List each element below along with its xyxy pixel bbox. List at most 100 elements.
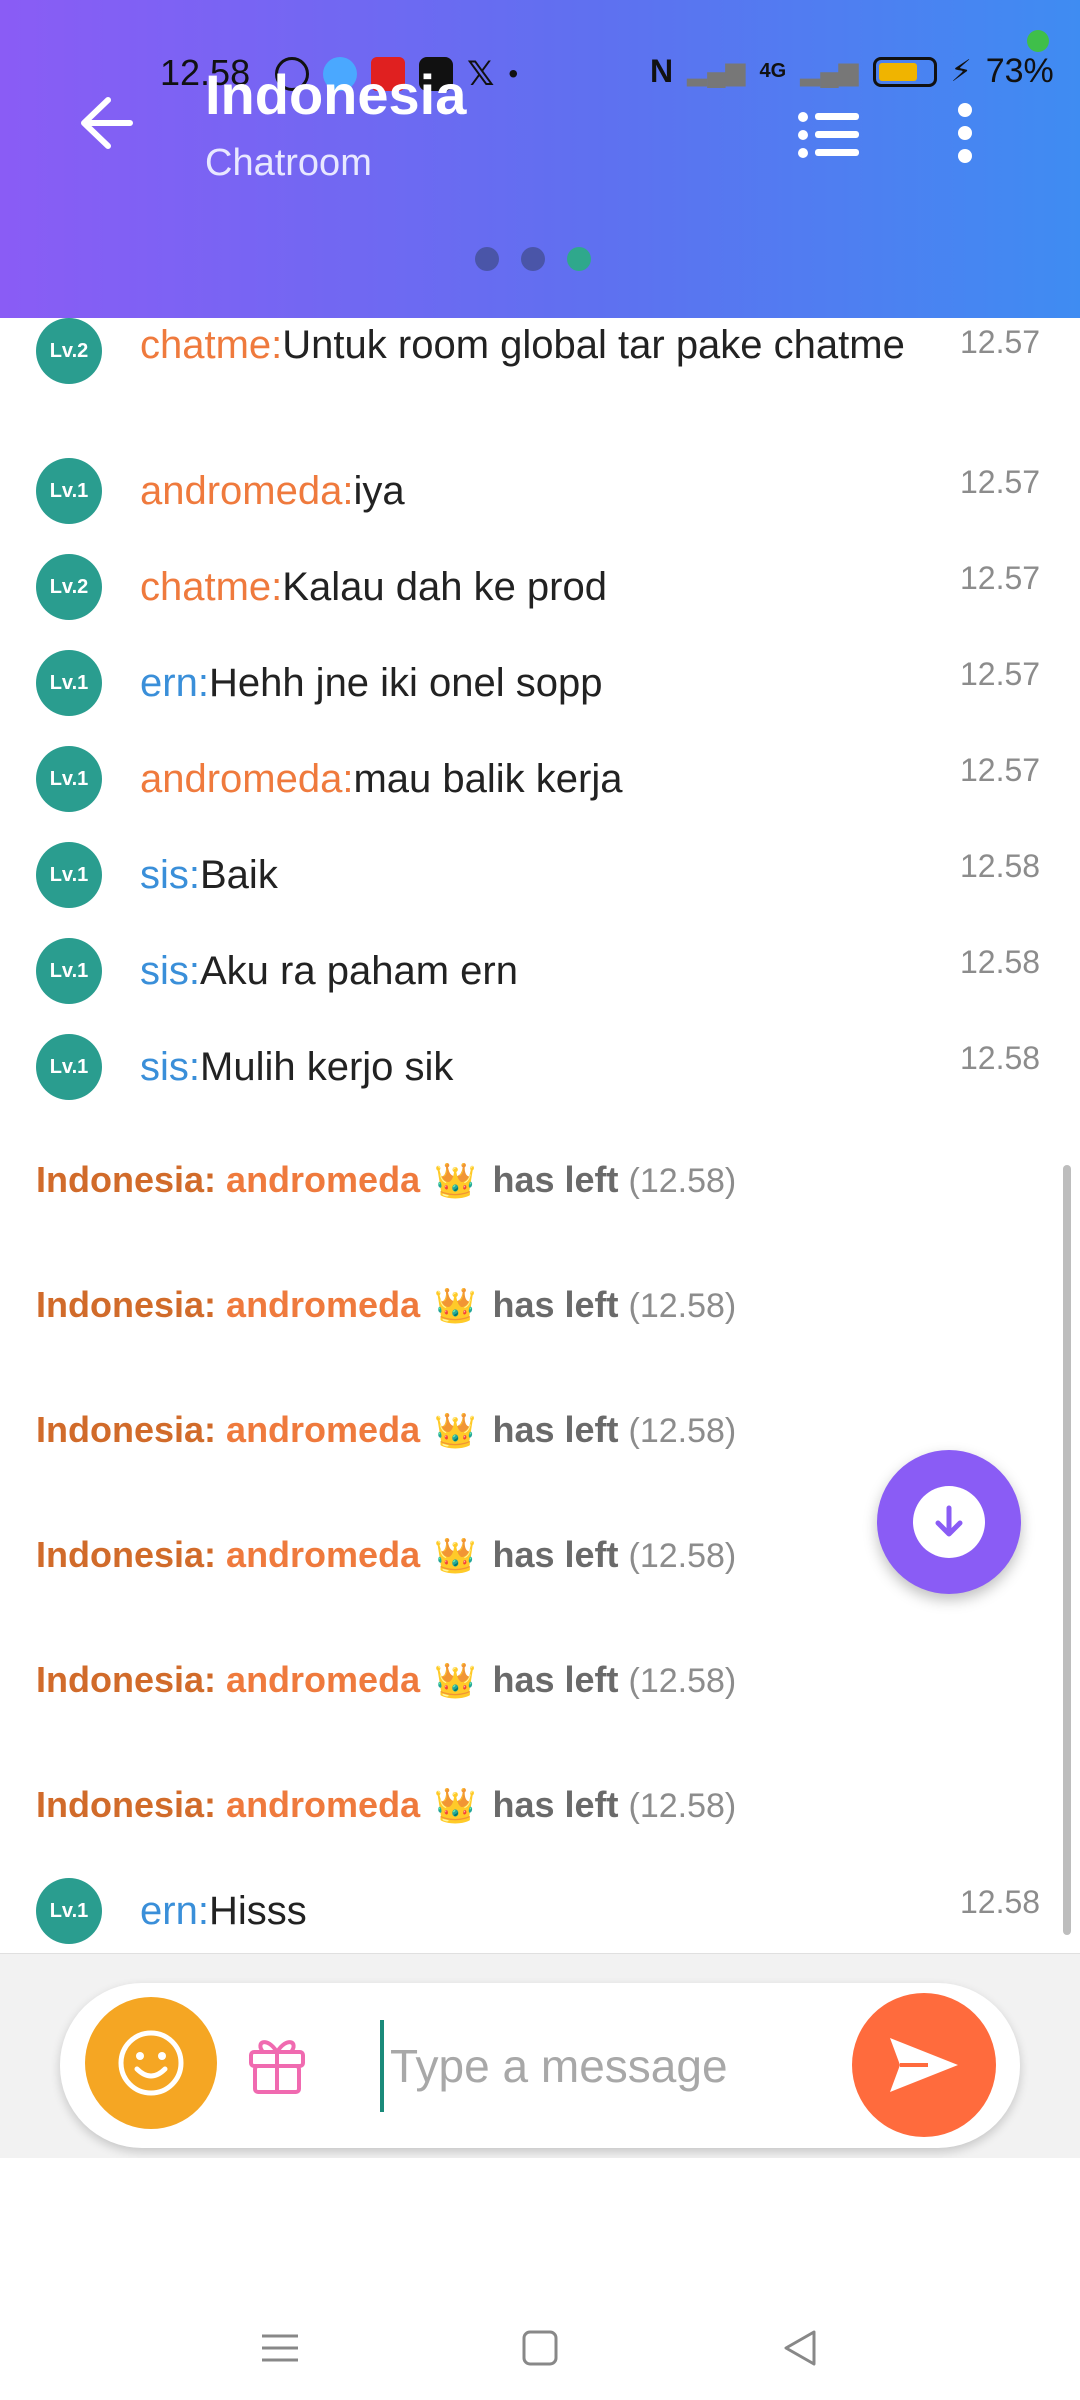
system-username[interactable]: andromeda [226,1159,420,1200]
system-message: Indonesia: andromeda 👑 has left (12.58) [36,1408,736,1453]
system-action: has left [492,1659,619,1700]
system-username[interactable]: andromeda [226,1284,420,1325]
level-badge: Lv.1 [36,938,102,1004]
message-time: 12.58 [960,944,1041,980]
system-back-button[interactable] [770,2318,830,2378]
message-body: ern:Hehh jne iki onel sopp [140,656,920,710]
system-time: (12.58) [628,1287,737,1325]
system-time: (12.58) [628,1162,737,1200]
message-text: Baik [200,853,278,897]
level-badge: Lv.2 [36,554,102,620]
system-message: Indonesia: andromeda 👑 has left (12.58) [36,1658,736,1703]
level-badge: Lv.1 [36,650,102,716]
more-options-button[interactable] [945,100,985,170]
system-action: has left [492,1409,619,1450]
arrow-down-icon [935,1505,963,1537]
emoji-button[interactable] [85,1997,217,2129]
system-room: Indonesia: [36,1534,217,1575]
message-time: 12.58 [960,848,1041,884]
message-body: ern:Hisss [140,1884,920,1938]
recent-apps-button[interactable] [250,2318,310,2378]
message-body: sis:Mulih kerjo sik [140,1040,920,1094]
system-username[interactable]: andromeda [226,1534,420,1575]
gift-button[interactable] [245,2030,309,2096]
system-message: Indonesia: andromeda 👑 has left (12.58) [36,1783,736,1828]
nfc-icon: N [650,53,674,89]
send-icon [890,2038,958,2092]
message-username[interactable]: ern: [140,661,209,705]
crown-icon: 👑 [434,1787,477,1825]
list-icon [798,112,859,158]
message-text: mau balik kerja [353,757,623,801]
page-indicator [475,247,591,271]
back-button[interactable] [70,88,150,158]
message-username[interactable]: sis: [140,853,200,897]
system-username[interactable]: andromeda [226,1784,420,1825]
system-action: has left [492,1159,619,1200]
send-button[interactable] [852,1993,996,2137]
message-time: 12.57 [960,464,1041,500]
message-text: iya [353,469,405,513]
message-text: Hisss [208,1889,307,1933]
gift-icon [249,2040,305,2094]
system-nav-bar [0,2158,1080,2400]
room-subtitle: Chatroom [205,142,372,184]
message-username[interactable]: ern: [140,1889,209,1933]
chat-message-list[interactable]: Lv.2 chatme:Untuk room global tar pake c… [0,318,1080,1953]
system-time: (12.58) [628,1787,737,1825]
message-text: Mulih kerjo sik [200,1045,454,1089]
message-body: andromeda:mau balik kerja [140,752,920,806]
scroll-to-bottom-button[interactable] [877,1450,1021,1594]
smiley-icon [118,2030,184,2096]
message-body: andromeda:iya [140,464,920,518]
more-vert-icon [958,103,972,163]
menu-icon [262,2334,298,2362]
system-message: Indonesia: andromeda 👑 has left (12.58) [36,1283,736,1328]
system-message: Indonesia: andromeda 👑 has left (12.58) [36,1158,736,1203]
crown-icon: 👑 [434,1662,477,1700]
system-room: Indonesia: [36,1284,217,1325]
message-body: sis:Baik [140,848,920,902]
message-username[interactable]: andromeda: [140,469,353,513]
message-username[interactable]: chatme: [140,323,282,367]
message-body: chatme:Untuk room global tar pake chatme [140,318,920,372]
message-text: Untuk room global tar pake chatme [282,323,905,367]
level-badge: Lv.1 [36,746,102,812]
triangle-back-icon [784,2330,816,2366]
message-username[interactable]: sis: [140,949,200,993]
privacy-indicator [1027,30,1049,52]
x-icon: 𝕏 [467,55,495,93]
level-badge: Lv.2 [36,318,102,384]
system-room: Indonesia: [36,1409,217,1450]
level-badge: Lv.1 [36,842,102,908]
crown-icon: 👑 [434,1162,477,1200]
system-action: has left [492,1284,619,1325]
message-text: Aku ra paham ern [200,949,518,993]
message-input[interactable] [380,2020,832,2112]
page-dot[interactable] [521,247,545,271]
message-time: 12.58 [960,1884,1041,1920]
level-badge: Lv.1 [36,1878,102,1944]
message-username[interactable]: andromeda: [140,757,353,801]
system-username[interactable]: andromeda [226,1409,420,1450]
system-room: Indonesia: [36,1784,217,1825]
chatroom-header: 12.58 𝕏 • N ▂▄▆ 4G ▂▄▆ ⚡ 73% Indonesia C… [0,0,1080,318]
system-time: (12.58) [628,1537,737,1575]
member-list-button[interactable] [795,105,865,165]
battery-icon [872,56,937,87]
message-time: 12.57 [960,752,1041,788]
message-time: 12.57 [960,324,1041,360]
system-time: (12.58) [628,1412,737,1450]
message-username[interactable]: sis: [140,1045,200,1089]
signal-icon: ▂▄▆ [687,56,746,86]
message-username[interactable]: chatme: [140,565,282,609]
system-username[interactable]: andromeda [226,1659,420,1700]
chat-scrollbar[interactable] [1063,1165,1071,1935]
network-type: 4G [759,60,787,82]
system-action: has left [492,1784,619,1825]
page-dot[interactable] [475,247,499,271]
square-icon [522,2330,558,2366]
page-dot-active[interactable] [567,247,591,271]
dot-icon: • [508,58,519,89]
home-button[interactable] [510,2318,570,2378]
